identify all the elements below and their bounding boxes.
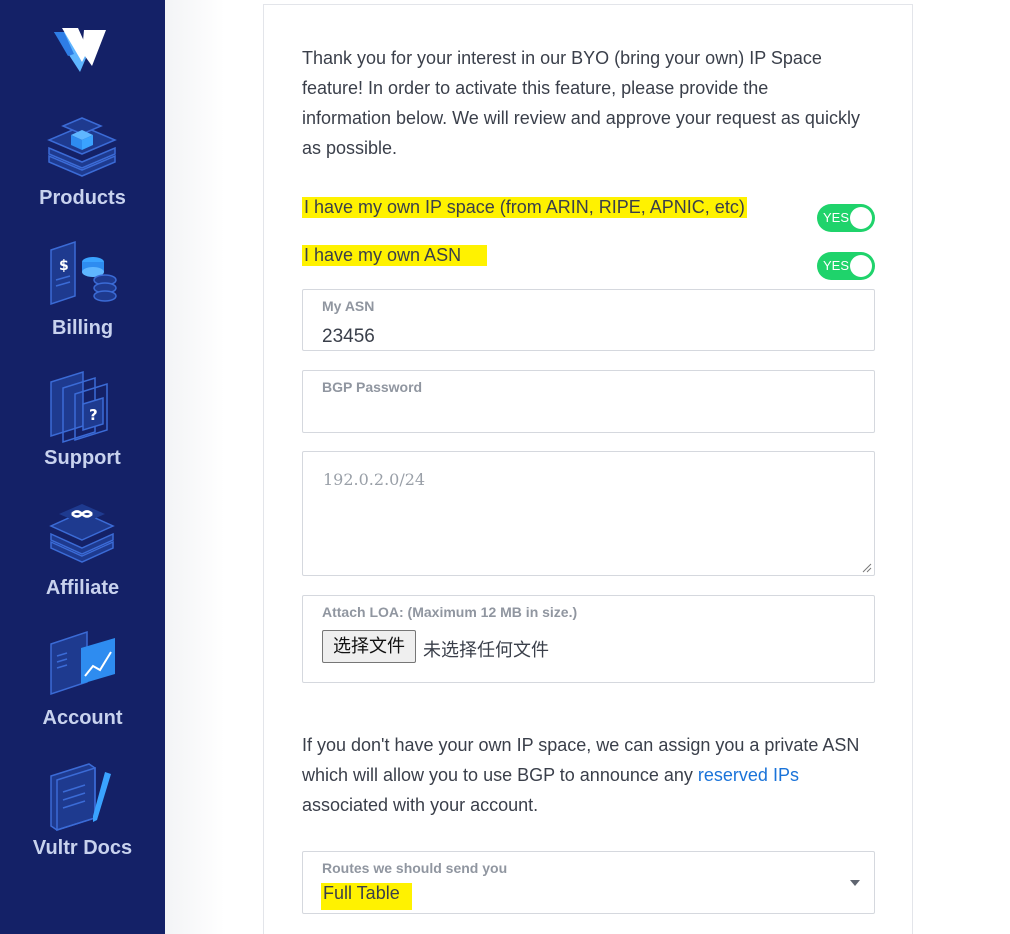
sidebar-item-billing[interactable]: $ Billing xyxy=(0,240,165,360)
reserved-ips-link[interactable]: reserved IPs xyxy=(698,765,799,785)
own-ip-row: I have my own IP space (from ARIN, RIPE,… xyxy=(264,197,914,233)
intro-text: Thank you for your interest in our BYO (… xyxy=(302,48,860,158)
toggle-state-text: YES xyxy=(823,258,850,273)
own-ip-label: I have my own IP space (from ARIN, RIPE,… xyxy=(302,197,747,218)
sidebar-item-vultr-docs[interactable]: Vultr Docs xyxy=(0,760,165,880)
sidebar-item-label: Support xyxy=(44,447,121,469)
byo-ip-form-panel: Thank you for your interest in our BYO (… xyxy=(263,4,913,934)
my-asn-input[interactable] xyxy=(322,326,842,348)
my-asn-field[interactable]: My ASN xyxy=(302,289,875,351)
routes-label: Routes we should send you xyxy=(322,860,508,876)
attach-loa-label: Attach LOA: (Maximum 12 MB in size.) xyxy=(322,604,578,620)
routes-selected-value: Full Table xyxy=(321,883,412,910)
own-ip-toggle[interactable]: YES xyxy=(817,204,875,232)
vultr-logo[interactable] xyxy=(52,26,108,76)
textarea-placeholder: 192.0.2.0/24 xyxy=(323,470,426,489)
own-asn-toggle[interactable]: YES xyxy=(817,252,875,280)
chevron-down-icon xyxy=(850,880,860,886)
sidebar-item-affiliate[interactable]: Affiliate xyxy=(0,500,165,620)
sidebar-item-support[interactable]: ? Support xyxy=(0,370,165,490)
sidebar: Products $ Billing ? Support Affiliate A… xyxy=(0,0,165,934)
svg-text:$: $ xyxy=(59,258,69,274)
toggle-knob xyxy=(850,207,872,229)
page-gutter xyxy=(165,0,225,934)
support-icon: ? xyxy=(50,370,108,444)
sidebar-item-products[interactable]: Products xyxy=(0,110,165,230)
sidebar-item-account[interactable]: Account xyxy=(0,630,165,750)
routes-select[interactable]: Routes we should send you Full Table xyxy=(302,851,875,914)
svg-text:?: ? xyxy=(89,406,98,424)
private-asn-text-after: associated with your account. xyxy=(302,795,539,815)
toggle-knob xyxy=(850,255,872,277)
private-asn-text: If you don't have your own IP space, we … xyxy=(302,730,882,820)
sidebar-item-label: Affiliate xyxy=(45,577,120,599)
bgp-password-input[interactable] xyxy=(322,407,842,429)
bgp-password-field[interactable]: BGP Password xyxy=(302,370,875,433)
own-asn-label: I have my own ASN xyxy=(302,245,488,266)
file-status-text: 未选择任何文件 xyxy=(423,640,549,661)
ip-prefixes-textarea[interactable]: 192.0.2.0/24 xyxy=(302,451,875,576)
account-icon xyxy=(50,630,115,696)
sidebar-item-label: Billing xyxy=(51,317,114,339)
attach-loa-field: Attach LOA: (Maximum 12 MB in size.) 选择文… xyxy=(302,595,875,683)
choose-file-button[interactable]: 选择文件 xyxy=(322,630,416,663)
affiliate-icon xyxy=(49,504,115,563)
billing-icon: $ xyxy=(50,240,117,306)
products-icon xyxy=(47,117,117,177)
sidebar-item-label: Vultr Docs xyxy=(32,837,133,859)
docs-icon xyxy=(50,763,111,832)
sidebar-item-label: Account xyxy=(42,707,123,729)
bgp-password-label: BGP Password xyxy=(322,379,423,395)
resize-handle-icon[interactable] xyxy=(862,563,872,573)
toggle-state-text: YES xyxy=(823,210,850,225)
own-asn-row: I have my own ASN YES xyxy=(264,245,914,281)
my-asn-label: My ASN xyxy=(322,298,375,314)
sidebar-item-label: Products xyxy=(39,187,126,209)
